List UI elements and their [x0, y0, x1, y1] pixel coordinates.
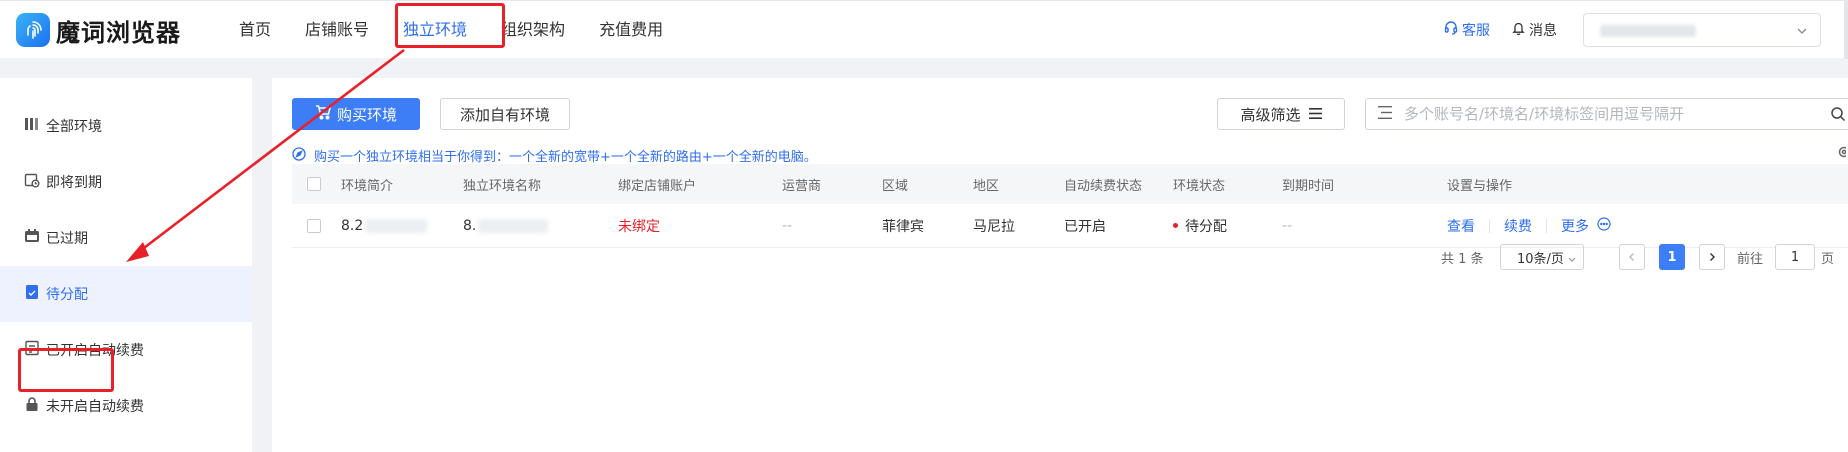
- cell-carrier: --: [782, 217, 793, 234]
- sidebar-item-label: 未开启自动续费: [46, 399, 144, 415]
- renew-link[interactable]: 续费: [1504, 216, 1532, 236]
- brand-logo[interactable]: 魔词浏览器: [16, 13, 181, 47]
- goto-label: 前往: [1737, 251, 1764, 267]
- select-all-checkbox[interactable]: [307, 164, 321, 204]
- header-edge: [1844, 1, 1848, 59]
- row-checkbox[interactable]: [307, 204, 321, 247]
- brand-name: 魔词浏览器: [56, 18, 181, 47]
- search-icon[interactable]: [1830, 106, 1846, 126]
- page-suffix: 页: [1821, 251, 1835, 267]
- advanced-filter-button[interactable]: 高级筛选: [1217, 98, 1345, 130]
- customer-service-label: 客服: [1462, 23, 1490, 39]
- cell-actions: 查看 续费 更多: [1447, 204, 1611, 247]
- col-region: 区域: [882, 178, 909, 194]
- redacted-blur: [365, 218, 428, 233]
- sidebar-item-label: 全部环境: [46, 119, 102, 135]
- cart-icon: [315, 104, 331, 124]
- redacted-blur: [478, 218, 549, 233]
- list-icon: [1308, 105, 1322, 123]
- search-input[interactable]: [1404, 105, 1804, 123]
- customer-service-link[interactable]: 客服: [1444, 20, 1490, 40]
- view-link[interactable]: 查看: [1447, 216, 1475, 236]
- col-area: 地区: [973, 178, 1000, 194]
- info-tip: 购买一个独立环境相当于你得到：一个全新的宽带+一个全新的路由+一个全新的电脑。: [292, 146, 817, 165]
- col-actions: 设置与操作: [1447, 178, 1513, 194]
- search-filter-icon: [1378, 105, 1392, 123]
- next-page-button[interactable]: [1699, 244, 1725, 270]
- buy-env-label: 购买环境: [336, 105, 397, 124]
- calendar-icon: [24, 228, 40, 248]
- sidebar-item-expiring[interactable]: 即将到期: [0, 154, 252, 210]
- more-circle-icon[interactable]: [1597, 216, 1611, 235]
- sidebar-item-all-env[interactable]: 全部环境: [0, 98, 252, 154]
- cell-region: 菲律宾: [882, 218, 924, 235]
- buy-env-button[interactable]: 购买环境: [292, 98, 420, 130]
- account-dropdown[interactable]: [1583, 13, 1821, 47]
- top-navigation-bar: 魔词浏览器 首页 店铺账号 独立环境 组织架构 充值费用 客服 消息: [0, 0, 1848, 59]
- table-row: 8.2 8. 未绑定 -- 菲律宾 马尼拉 已开启 待分配 -- 查看 续费 更…: [292, 204, 1848, 248]
- cell-env-name: 8.: [463, 204, 549, 247]
- cell-env-status: 待分配: [1173, 204, 1227, 247]
- cell-intro-text: 8.2: [341, 217, 364, 234]
- sidebar-item-label: 已过期: [46, 231, 88, 247]
- annotation-highlight-nav: [395, 3, 505, 48]
- status-text: 待分配: [1185, 218, 1227, 235]
- status-dot-icon: [1173, 223, 1178, 228]
- chevron-left-icon: [1627, 248, 1637, 266]
- page-size-select[interactable]: 10条/页: [1500, 244, 1584, 270]
- account-name-redacted: [1600, 25, 1696, 37]
- clock-calendar-icon: [24, 172, 40, 192]
- all-grid-icon: [24, 116, 40, 136]
- prev-page-button[interactable]: [1619, 244, 1645, 270]
- advanced-filter-label: 高级筛选: [1240, 105, 1301, 124]
- add-own-env-button[interactable]: 添加自有环境: [440, 98, 570, 130]
- col-intro: 环境简介: [341, 178, 394, 194]
- messages-label: 消息: [1529, 23, 1557, 39]
- sidebar: 全部环境 即将到期 已过期 待分配 已开启自动续费 未开启自动续费: [0, 78, 252, 452]
- chevron-down-icon: [1796, 23, 1808, 41]
- annotation-highlight-sidebar: [18, 348, 114, 392]
- col-carrier: 运营商: [782, 178, 822, 194]
- col-expire: 到期时间: [1282, 178, 1335, 194]
- cell-area: 马尼拉: [973, 218, 1015, 235]
- col-env-name: 独立环境名称: [463, 178, 542, 194]
- info-tip-text: 购买一个独立环境相当于你得到：一个全新的宽带+一个全新的路由+一个全新的电脑。: [314, 150, 817, 165]
- search-box: [1365, 98, 1848, 130]
- cell-env-name-text: 8.: [463, 217, 477, 234]
- nav-shop-accounts[interactable]: 店铺账号: [288, 1, 386, 59]
- nav-recharge[interactable]: 充值费用: [582, 1, 680, 59]
- sidebar-item-pending-assign[interactable]: 待分配: [0, 266, 252, 322]
- chevron-right-icon: [1707, 248, 1717, 266]
- col-auto-renew: 自动续费状态: [1064, 178, 1143, 194]
- current-page-button[interactable]: 1: [1659, 244, 1685, 270]
- cell-intro: 8.2: [341, 204, 428, 247]
- sidebar-item-label: 即将到期: [46, 175, 102, 191]
- gear-icon[interactable]: [1834, 144, 1848, 164]
- messages-link[interactable]: 消息: [1512, 20, 1557, 40]
- cell-bound-shop: 未绑定: [618, 218, 660, 235]
- table-header: 环境简介 独立环境名称 绑定店铺账户 运营商 区域 地区 自动续费状态 环境状态…: [292, 164, 1848, 204]
- lock-icon: [24, 396, 40, 416]
- page-size-label: 10条/页: [1517, 251, 1564, 267]
- divider: [1546, 218, 1547, 233]
- col-bound-shop: 绑定店铺账户: [618, 178, 697, 194]
- goto-page-input[interactable]: [1775, 244, 1815, 270]
- sidebar-item-expired[interactable]: 已过期: [0, 210, 252, 266]
- cell-auto-renew: 已开启: [1064, 218, 1106, 235]
- main-content: 购买环境 添加自有环境 高级筛选 购买一个独立环境相当于你得到：一个全新的宽带+…: [272, 78, 1848, 452]
- header-actions: 客服 消息: [1444, 1, 1821, 59]
- bell-icon: [1512, 21, 1525, 39]
- brand-logo-icon: [16, 13, 50, 47]
- assign-doc-icon: [24, 284, 40, 304]
- pagination-total: 共 1 条: [1441, 251, 1484, 267]
- more-link[interactable]: 更多: [1561, 216, 1589, 236]
- sidebar-item-label: 待分配: [46, 287, 88, 303]
- cell-expire: --: [1282, 217, 1293, 234]
- divider: [1489, 218, 1490, 233]
- nav-home[interactable]: 首页: [222, 1, 288, 59]
- headset-icon: [1444, 21, 1458, 39]
- chevron-down-icon: [1567, 251, 1577, 266]
- compass-icon: [292, 146, 306, 165]
- col-env-status: 环境状态: [1173, 178, 1226, 194]
